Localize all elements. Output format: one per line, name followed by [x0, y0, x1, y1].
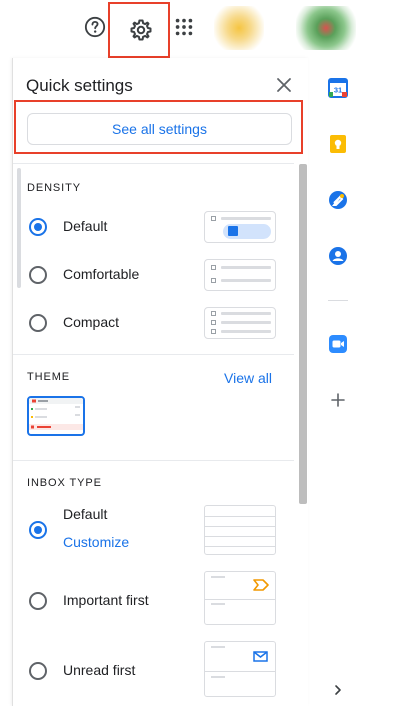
plus-icon[interactable]	[330, 392, 346, 408]
see-all-highlight: See all settings	[14, 100, 303, 154]
mail-icon	[253, 651, 268, 662]
side-rail: 31	[316, 58, 360, 706]
inbox-default-thumb	[204, 505, 276, 555]
gear-icon[interactable]	[129, 18, 153, 42]
chevron-right-icon[interactable]	[332, 684, 344, 696]
important-marker-icon	[253, 579, 269, 591]
svg-text:31: 31	[334, 86, 342, 95]
section-divider	[13, 460, 294, 461]
inbox-important-radio[interactable]	[29, 592, 47, 610]
theme-thumbnail[interactable]	[27, 396, 85, 436]
inbox-default-radio[interactable]	[29, 521, 47, 539]
density-comfortable-radio[interactable]	[29, 266, 47, 284]
apps-grid-icon[interactable]	[173, 16, 195, 38]
calendar-icon[interactable]: 31	[328, 78, 348, 98]
density-compact-thumb	[204, 307, 276, 339]
panel-scrollbar[interactable]	[299, 164, 307, 504]
density-default-radio[interactable]	[29, 218, 47, 236]
inbox-important-label: Important first	[63, 592, 149, 608]
inbox-customize-link[interactable]: Customize	[63, 534, 129, 550]
see-all-settings-button[interactable]: See all settings	[27, 113, 292, 145]
density-compact-label: Compact	[63, 314, 120, 330]
close-icon[interactable]	[276, 77, 292, 93]
inbox-unread-label: Unread first	[63, 662, 136, 678]
help-icon[interactable]	[84, 16, 106, 38]
section-divider	[13, 354, 294, 355]
keep-icon[interactable]	[328, 134, 348, 154]
top-bar	[0, 0, 393, 58]
settings-button-highlight[interactable]	[108, 2, 170, 58]
settings-scroll-area: DENSITY Default Comfortable Compact THEM…	[13, 163, 294, 706]
density-default-thumb	[204, 211, 276, 243]
inbox-unread-radio[interactable]	[29, 662, 47, 680]
theme-view-all-link[interactable]: View all	[224, 370, 272, 386]
inbox-default-label: Default	[63, 506, 108, 522]
zoom-icon[interactable]	[328, 334, 348, 354]
density-comfortable-label: Comfortable	[63, 266, 140, 282]
blurred-logo	[214, 6, 264, 50]
density-comfortable-thumb	[204, 259, 276, 291]
quick-settings-panel: Quick settings See all settings DENSITY …	[12, 58, 308, 706]
inbox-unread-thumb	[204, 641, 276, 697]
theme-title: THEME	[27, 371, 70, 383]
rail-divider	[328, 300, 348, 301]
inbox-type-title: INBOX TYPE	[27, 477, 102, 489]
density-title: DENSITY	[27, 182, 81, 194]
inbox-important-thumb	[204, 571, 276, 625]
tasks-icon[interactable]	[328, 190, 348, 210]
contacts-icon[interactable]	[328, 246, 348, 266]
density-default-label: Default	[63, 218, 108, 234]
panel-title: Quick settings	[26, 76, 133, 95]
theme-preview-icon	[29, 398, 83, 430]
density-compact-radio[interactable]	[29, 314, 47, 332]
blurred-avatar[interactable]	[296, 6, 356, 50]
